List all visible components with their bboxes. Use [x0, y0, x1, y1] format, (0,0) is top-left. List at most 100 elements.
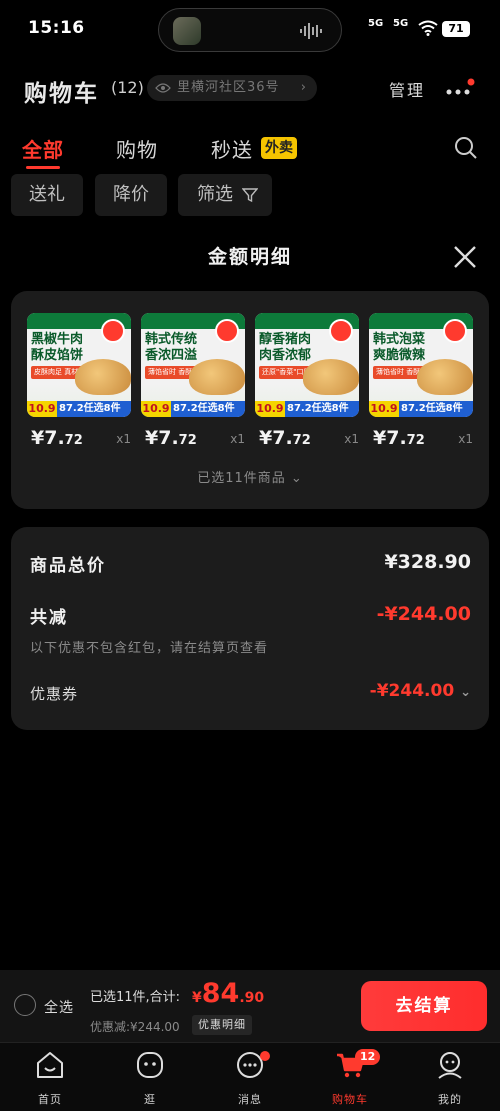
promo-text: 87.2任选8件 [401, 403, 463, 414]
product-item[interactable]: 韩式泡菜爽脆微辣 薄馅省时 香酥可口 10.9 87.2任选8件 ¥7.72 x… [369, 313, 473, 449]
promo-text: 87.2任选8件 [59, 403, 121, 414]
dynamic-island[interactable] [158, 8, 342, 52]
coupon-value: -¥244.00 [369, 681, 455, 701]
summary-text: 已选11件,合计: [90, 990, 181, 1005]
chip-filter-label: 筛选 [197, 184, 233, 205]
total-amount: ¥84.90 [192, 978, 264, 1009]
selected-check-icon[interactable] [215, 319, 239, 343]
price-dec: 72 [178, 433, 197, 448]
close-icon[interactable] [452, 244, 478, 270]
tab-instant-delivery[interactable]: 秒送 [211, 134, 253, 163]
discount-note: 以下优惠不包含红包，请在结算页查看 [30, 641, 269, 656]
cart-badge: 12 [355, 1049, 381, 1065]
page-title: 购物车 [24, 81, 99, 107]
nav-home[interactable]: 首页 [15, 1049, 85, 1107]
promo-price: 10.9 [255, 401, 285, 417]
price-int: ¥7. [373, 427, 407, 449]
discount-detail-button[interactable]: 优惠明细 [192, 1015, 252, 1035]
amount-detail-sheet: 金额明细 黑椒牛肉酥皮馅饼 皮酥肉足 真材实料 10.9 87.2任选8件 ¥7… [0, 228, 500, 970]
selected-count-toggle[interactable]: 已选11件商品 ⌄ [11, 467, 489, 486]
filter-chips: 送礼 降价 筛选 [0, 174, 500, 218]
chip-gift[interactable]: 送礼 [11, 174, 83, 216]
product-price: ¥7.72 [145, 427, 197, 449]
price-int: ¥7. [31, 427, 65, 449]
status-bar: 15:16 5G 5G 71 [0, 0, 500, 58]
profile-icon [438, 1052, 462, 1079]
product-image: 韩式传统香浓四溢 薄馅省时 香酥可口 10.9 87.2任选8件 [141, 313, 245, 417]
price-dec: 72 [406, 433, 425, 448]
product-image: 醇香猪肉肉香浓郁 还原"香菜"口感 10.9 87.2任选8件 [255, 313, 359, 417]
network-5g-label-2: 5G [393, 18, 409, 29]
select-all-radio[interactable] [14, 994, 36, 1016]
tab-shopping[interactable]: 购物 [116, 134, 158, 163]
filter-icon [242, 188, 258, 203]
product-qty: x1 [344, 432, 359, 446]
promo-price: 10.9 [369, 401, 399, 417]
food-illustration [189, 359, 245, 395]
product-price: ¥7.72 [259, 427, 311, 449]
network-5g-label-1: 5G [368, 18, 384, 29]
product-image: 韩式泡菜爽脆微辣 薄馅省时 香酥可口 10.9 87.2任选8件 [369, 313, 473, 417]
coupon-label: 优惠券 [30, 685, 79, 703]
total-label: 商品总价 [30, 556, 106, 576]
currency-symbol: ¥ [192, 990, 202, 1006]
browse-face-icon [137, 1052, 163, 1078]
checkout-button[interactable]: 去结算 [361, 981, 487, 1031]
food-illustration [75, 359, 131, 395]
more-icon[interactable] [444, 76, 476, 102]
search-icon[interactable] [454, 136, 478, 160]
tab-all[interactable]: 全部 [22, 134, 64, 169]
chevron-right-icon: › [300, 80, 307, 95]
address-text: 里横河社区36号 [177, 80, 280, 95]
nav-label: 消息 [238, 1093, 262, 1106]
checkout-bar: 全选 已选11件,合计: ¥84.90 优惠减:¥244.00 优惠明细 去结算 [0, 970, 500, 1042]
selected-check-icon[interactable] [329, 319, 353, 343]
nav-messages[interactable]: 消息 [215, 1049, 285, 1107]
product-item[interactable]: 韩式传统香浓四溢 薄馅省时 香酥可口 10.9 87.2任选8件 ¥7.72 x… [141, 313, 245, 449]
product-price: ¥7.72 [373, 427, 425, 449]
chevron-down-icon: ⌄ [290, 471, 303, 486]
chip-price-drop[interactable]: 降价 [95, 174, 167, 216]
product-qty: x1 [116, 432, 131, 446]
wifi-icon [418, 20, 438, 36]
address-selector[interactable]: 里横河社区36号 › [147, 75, 317, 101]
select-all-label[interactable]: 全选 [44, 997, 74, 1017]
sheet-title: 金额明细 [207, 246, 292, 268]
media-thumbnail [173, 17, 201, 45]
product-item[interactable]: 黑椒牛肉酥皮馅饼 皮酥肉足 真材实料 10.9 87.2任选8件 ¥7.72 x… [27, 313, 131, 449]
selected-products-card: 黑椒牛肉酥皮馅饼 皮酥肉足 真材实料 10.9 87.2任选8件 ¥7.72 x… [11, 291, 489, 509]
food-illustration [303, 359, 359, 395]
unread-dot [260, 1051, 270, 1061]
nav-label: 购物车 [332, 1093, 368, 1106]
promo-price: 10.9 [27, 401, 57, 417]
chip-filter[interactable]: 筛选 [178, 174, 272, 216]
product-item[interactable]: 醇香猪肉肉香浓郁 还原"香菜"口感 10.9 87.2任选8件 ¥7.72 x1 [255, 313, 359, 449]
nav-browse[interactable]: 逛 [115, 1049, 185, 1107]
price-breakdown-card: 商品总价 ¥328.90 共减 -¥244.00 以下优惠不包含红包，请在结算页… [11, 527, 489, 730]
cart-count: (12) [111, 78, 144, 97]
product-headline: 黑椒牛肉酥皮馅饼 [31, 332, 84, 363]
cart-tabs: 全部 购物 秒送 外卖 [0, 130, 500, 170]
selected-check-icon[interactable] [101, 319, 125, 343]
discount-label: 共减 [30, 608, 68, 628]
food-illustration [417, 359, 473, 395]
bottom-nav: 首页 逛 消息 12 购物车 我的 [0, 1042, 500, 1111]
price-int: ¥7. [145, 427, 179, 449]
chevron-down-icon: ⌄ [460, 685, 471, 700]
selected-count-text: 已选11件商品 [197, 471, 286, 486]
battery-indicator: 71 [442, 21, 470, 37]
price-int: ¥7. [259, 427, 293, 449]
coupon-row[interactable]: -¥244.00 ⌄ [370, 681, 471, 701]
product-headline: 醇香猪肉肉香浓郁 [259, 332, 312, 363]
product-price: ¥7.72 [31, 427, 83, 449]
selected-check-icon[interactable] [443, 319, 467, 343]
nav-me[interactable]: 我的 [415, 1049, 485, 1107]
nav-cart[interactable]: 12 购物车 [315, 1049, 385, 1107]
amount-decimal: .90 [239, 990, 265, 1006]
discount-summary: 优惠减:¥244.00 [90, 1020, 180, 1034]
promo-price: 10.9 [141, 401, 171, 417]
audio-wave-icon [300, 23, 322, 39]
product-qty: x1 [230, 432, 245, 446]
manage-button[interactable]: 管理 [389, 77, 425, 101]
price-dec: 72 [292, 433, 311, 448]
